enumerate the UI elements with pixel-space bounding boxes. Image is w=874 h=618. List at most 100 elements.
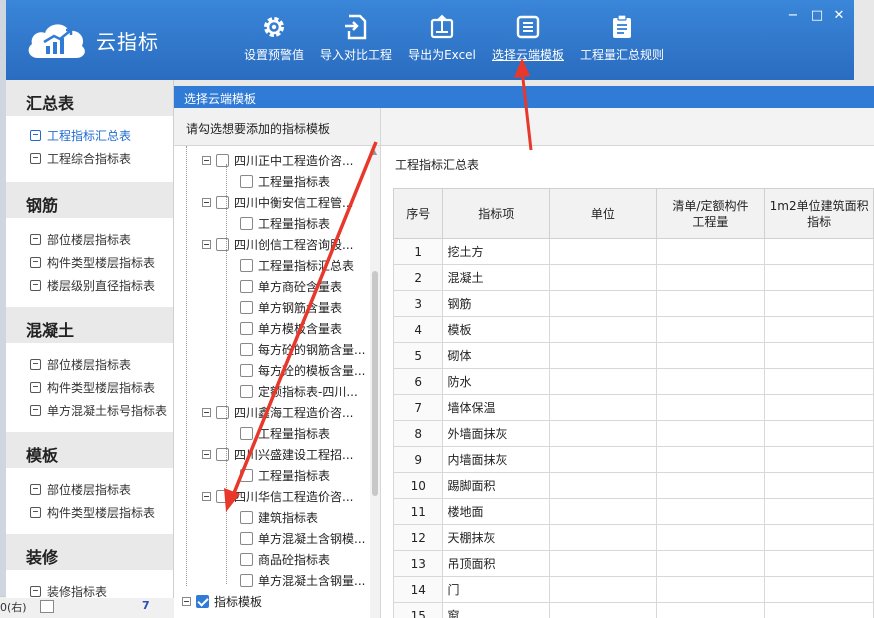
table-row[interactable]: 10 踢脚面积 [392, 472, 874, 499]
tree-checkbox[interactable] [240, 427, 253, 440]
collapse-icon[interactable] [202, 156, 211, 165]
clipboard-icon [609, 14, 635, 40]
table-row[interactable]: 1 挖土方 [392, 238, 874, 265]
export-excel-button[interactable]: 导出为Excel [406, 14, 478, 63]
tree-leaf-item[interactable]: 每方砼的模板含量... [240, 360, 365, 381]
document-icon [30, 359, 41, 370]
nav-section-formwork[interactable]: 模板 [6, 432, 173, 468]
nav-item-rebar-diameter[interactable]: 楼层级别直径指标表 [6, 274, 173, 297]
quantity-summary-rule-button[interactable]: 工程量汇总规则 [578, 14, 666, 63]
tree-item-label: 四川鑫海工程造价咨... [234, 406, 354, 420]
empty-cell [549, 264, 657, 291]
tree-leaf-item[interactable]: 单方商砼含量表 [240, 276, 342, 297]
tree-checkbox[interactable] [240, 469, 253, 482]
tree-leaf-item[interactable]: 建筑指标表 [240, 507, 318, 528]
nav-item-label: 构件类型楼层指标表 [47, 381, 156, 395]
tree-checkbox[interactable] [240, 574, 253, 587]
nav-section-summary[interactable]: 汇总表 [6, 80, 173, 116]
nav-item-formwork-floor[interactable]: 部位楼层指标表 [6, 478, 173, 501]
tree-checkbox[interactable] [240, 343, 253, 356]
tree-checkbox[interactable] [216, 196, 229, 209]
nav-item-rebar-floor[interactable]: 部位楼层指标表 [6, 228, 173, 251]
nav-section-concrete[interactable]: 混凝土 [6, 307, 173, 343]
tree-leaf-item[interactable]: 单方模板含量表 [240, 318, 342, 339]
table-row[interactable]: 9 内墙面抹灰 [392, 446, 874, 473]
tree-leaf-item[interactable]: 工程量指标表 [240, 171, 330, 192]
tree-leaf-item[interactable]: 每方砼的钢筋含量... [240, 339, 365, 360]
nav-section-rebar[interactable]: 钢筋 [6, 182, 173, 218]
nav-item-project-index-summary[interactable]: 工程指标汇总表 [6, 124, 173, 147]
table-row[interactable]: 14 门 [392, 576, 874, 603]
nav-item-project-composite-index[interactable]: 工程综合指标表 [6, 147, 173, 170]
tree-group-item[interactable]: 四川鑫海工程造价咨... [202, 402, 353, 423]
tree-checkbox[interactable] [240, 553, 253, 566]
table-row[interactable]: 8 外墙面抹灰 [392, 420, 874, 447]
collapse-icon[interactable] [202, 198, 211, 207]
set-warning-button[interactable]: 设置预警值 [242, 14, 306, 63]
table-row[interactable]: 3 钢筋 [392, 290, 874, 317]
tree-leaf-item[interactable]: 单方混凝土含钢量... [240, 570, 365, 591]
tree-leaf-item[interactable]: 工程量指标汇总表 [240, 255, 354, 276]
table-row[interactable]: 4 模板 [392, 316, 874, 343]
tree-checkbox[interactable] [196, 595, 209, 608]
tree-checkbox[interactable] [240, 217, 253, 230]
tree-checkbox[interactable] [216, 490, 229, 503]
tree-leaf-item[interactable]: 单方钢筋含量表 [240, 297, 342, 318]
tree-root-item[interactable]: 指标模板 [182, 591, 262, 612]
tree-group-item[interactable]: 四川正中工程造价咨... [202, 150, 353, 171]
table-row[interactable]: 15 窗 [392, 602, 874, 618]
tree-checkbox[interactable] [216, 238, 229, 251]
tree-checkbox[interactable] [240, 322, 253, 335]
nav-item-decoration[interactable]: 装修指标表 [6, 580, 173, 598]
table-row[interactable]: 13 吊顶面积 [392, 550, 874, 577]
minimize-button[interactable]: − [784, 8, 802, 23]
tree-checkbox[interactable] [240, 532, 253, 545]
tree-group-item[interactable]: 四川华信工程造价咨... [202, 486, 353, 507]
tree-checkbox[interactable] [240, 301, 253, 314]
collapse-icon[interactable] [202, 408, 211, 417]
tree-checkbox[interactable] [240, 511, 253, 524]
tree-checkbox[interactable] [240, 175, 253, 188]
tree-leaf-item[interactable]: 工程量指标表 [240, 213, 330, 234]
tree-group-item[interactable]: 四川兴盛建设工程招... [202, 444, 353, 465]
table-row[interactable]: 2 混凝土 [392, 264, 874, 291]
tree-checkbox[interactable] [216, 406, 229, 419]
maximize-button[interactable]: □ [808, 8, 826, 23]
table-row[interactable]: 7 墙体保温 [392, 394, 874, 421]
tree-checkbox[interactable] [240, 259, 253, 272]
scroll-up-icon[interactable]: ▲ [371, 148, 379, 156]
nav-section-decoration[interactable]: 装修 [6, 534, 173, 570]
nav-item-concrete-floor[interactable]: 部位楼层指标表 [6, 353, 173, 376]
table-row[interactable]: 12 天棚抹灰 [392, 524, 874, 551]
table-row[interactable]: 5 砌体 [392, 342, 874, 369]
tree-group-item[interactable]: 四川创信工程咨询股... [202, 234, 353, 255]
import-compare-button[interactable]: 导入对比工程 [318, 14, 394, 63]
tree-leaf-item[interactable]: 工程量指标表 [240, 465, 330, 486]
tree-item-label: 四川正中工程造价咨... [234, 154, 354, 168]
tree-leaf-item[interactable]: 定额指标表-四川... [240, 381, 358, 402]
nav-item-rebar-component-floor[interactable]: 构件类型楼层指标表 [6, 251, 173, 274]
table-row[interactable]: 11 楼地面 [392, 498, 874, 525]
tree-checkbox[interactable] [216, 448, 229, 461]
tree-leaf-item[interactable]: 单方混凝土含钢模... [240, 528, 365, 549]
tree-group-item[interactable]: 四川中衡安信工程管... [202, 192, 353, 213]
close-button[interactable]: ✕ [830, 8, 848, 23]
nav-item-concrete-grade[interactable]: 单方混凝土标号指标表 [6, 399, 173, 422]
select-cloud-template-button[interactable]: 选择云端模板 [490, 14, 566, 63]
tree-checkbox[interactable] [240, 364, 253, 377]
tree-checkbox[interactable] [240, 280, 253, 293]
collapse-icon[interactable] [202, 450, 211, 459]
tree-leaf-item[interactable]: 工程量指标表 [240, 423, 330, 444]
tree-checkbox[interactable] [216, 154, 229, 167]
collapse-icon[interactable] [202, 492, 211, 501]
empty-cell [764, 524, 874, 551]
tree-leaf-item[interactable]: 商品砼指标表 [240, 549, 330, 570]
nav-item-concrete-component-floor[interactable]: 构件类型楼层指标表 [6, 376, 173, 399]
collapse-icon[interactable] [202, 240, 211, 249]
nav-item-formwork-component-floor[interactable]: 构件类型楼层指标表 [6, 501, 173, 524]
table-row[interactable]: 6 防水 [392, 368, 874, 395]
export-excel-label: 导出为Excel [408, 48, 476, 62]
tree-scroll-thumb[interactable] [372, 271, 378, 496]
tree-checkbox[interactable] [240, 385, 253, 398]
collapse-icon[interactable] [182, 597, 191, 606]
